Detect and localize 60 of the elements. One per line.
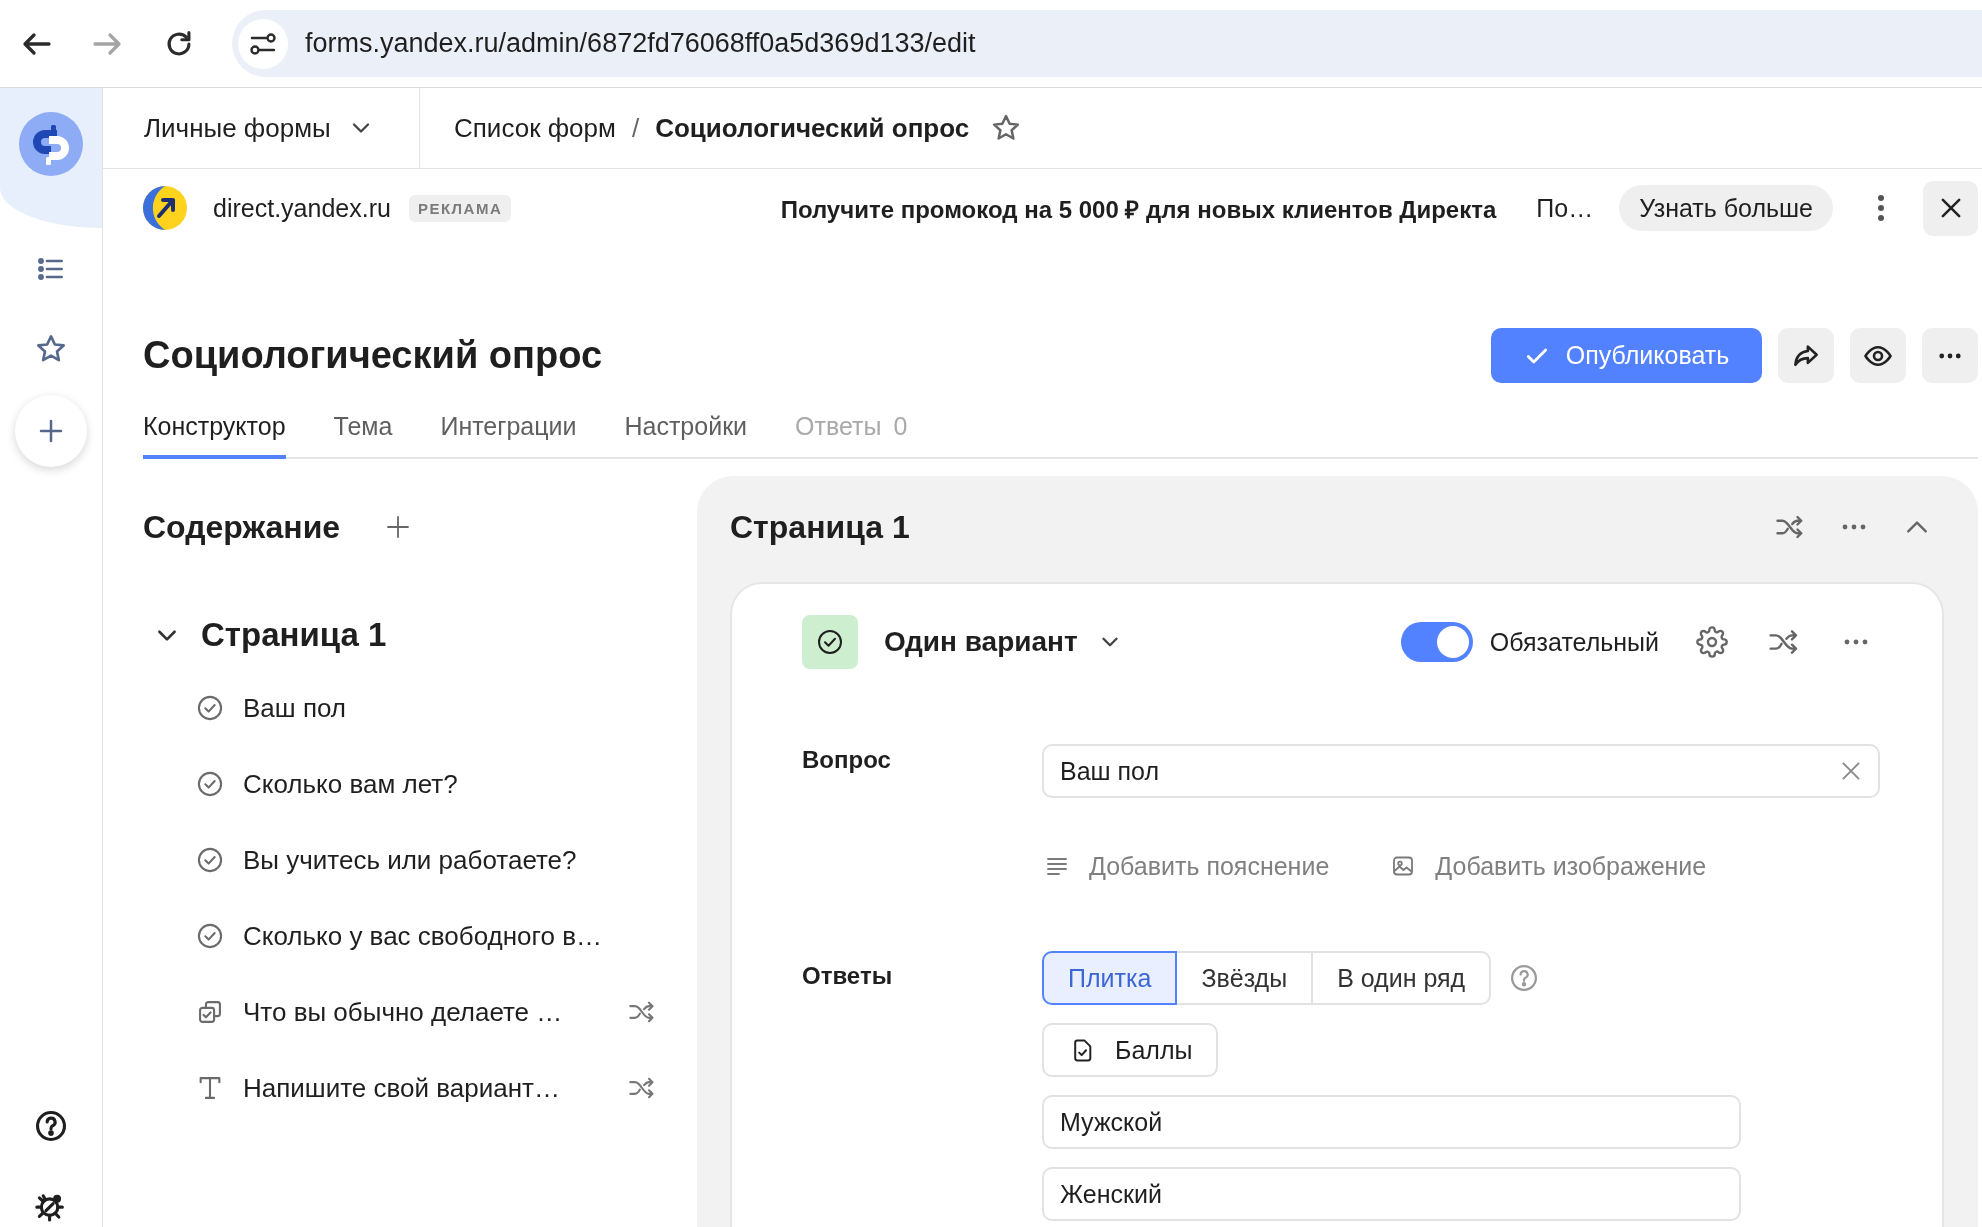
check-circle-icon (196, 846, 224, 874)
breadcrumb-current: Социологический опрос (655, 112, 970, 144)
ad-domain[interactable]: direct.yandex.ru (213, 193, 391, 223)
question-type-dropdown[interactable]: Один вариант (884, 626, 1123, 658)
stacked-check-icon (196, 998, 224, 1026)
more-icon[interactable] (1842, 524, 1866, 530)
tab[interactable]: Интеграции (440, 397, 577, 459)
answers-label: Ответы (802, 961, 894, 991)
ad-badge: РЕКЛАМА (408, 194, 512, 222)
view-option[interactable]: Звёзды (1175, 951, 1314, 1005)
outline-page-title[interactable]: Страница 1 (201, 616, 387, 654)
ad-teaser[interactable]: По… (1536, 193, 1594, 223)
tab[interactable]: Тема (333, 397, 393, 459)
tab[interactable]: Настройки (624, 397, 748, 459)
outline-item[interactable]: Сколько у вас свободного в… (196, 898, 656, 974)
star-icon[interactable] (991, 113, 1022, 143)
close-ad-button[interactable] (1923, 180, 1978, 236)
add-note-link[interactable]: Добавить пояснение (1042, 851, 1330, 881)
required-label: Обязательный (1489, 627, 1659, 657)
view-option[interactable]: В один ряд (1311, 951, 1492, 1005)
tab[interactable]: Конструктор (143, 397, 286, 459)
more-icon (1939, 352, 1961, 359)
view-option[interactable]: Плитка (1042, 951, 1178, 1005)
more-icon[interactable] (1844, 639, 1868, 645)
help-icon[interactable] (34, 1109, 68, 1143)
check-circle-icon (196, 770, 224, 798)
learn-more-button[interactable]: Узнать больше (1619, 185, 1833, 231)
question-input[interactable]: Ваш пол (1042, 744, 1880, 798)
required-toggle[interactable] (1400, 622, 1473, 662)
check-circle-icon (196, 694, 224, 722)
score-button[interactable]: Баллы (1042, 1023, 1219, 1077)
add-image-link[interactable]: Добавить изображение (1391, 851, 1707, 881)
url-text[interactable]: forms.yandex.ru/admin/6872fd76068ff0a5d369d133/edit (305, 28, 976, 59)
outline-item[interactable]: Что вы обычно делаете … (196, 974, 656, 1050)
workspace-dropdown[interactable]: Личные формы (144, 112, 375, 144)
settings-icon[interactable] (1696, 626, 1728, 658)
contents-title: Содержание (143, 508, 341, 546)
outline-item[interactable]: Напишите свой вариант… (196, 1050, 656, 1126)
outline-item[interactable]: Вы учитесь или работаете? (196, 822, 656, 898)
ad-headline[interactable]: Получите промокод на 5 000 ₽ для новых клиентов Директа (780, 191, 1497, 225)
check-circle-icon (196, 922, 224, 950)
outline-item[interactable]: Сколько вам лет? (196, 746, 656, 822)
kebab-menu-icon[interactable] (1877, 194, 1885, 222)
plus-icon[interactable] (386, 515, 411, 539)
outline-item[interactable]: Ваш пол (196, 670, 656, 746)
site-settings-icon[interactable] (238, 18, 288, 69)
publish-button[interactable]: Опубликовать (1491, 328, 1762, 383)
preview-button[interactable] (1850, 328, 1906, 383)
ad-logo-icon (143, 186, 187, 230)
image-icon (1391, 854, 1416, 878)
share-button[interactable] (1778, 328, 1834, 383)
option-input[interactable]: Мужской (1042, 1095, 1741, 1149)
page-title: Страница 1 (730, 508, 910, 546)
breadcrumb-link[interactable]: Список форм (454, 112, 616, 144)
address-bar[interactable]: forms.yandex.ru/admin/6872fd76068ff0a5d369d133/edit (232, 10, 1982, 77)
breadcrumb-separator: / (631, 112, 640, 144)
question-label: Вопрос (802, 745, 892, 775)
option-input[interactable]: Женский (1042, 1167, 1741, 1221)
app-logo-icon[interactable] (19, 112, 83, 176)
form-title: Социологический опрос (143, 334, 603, 377)
